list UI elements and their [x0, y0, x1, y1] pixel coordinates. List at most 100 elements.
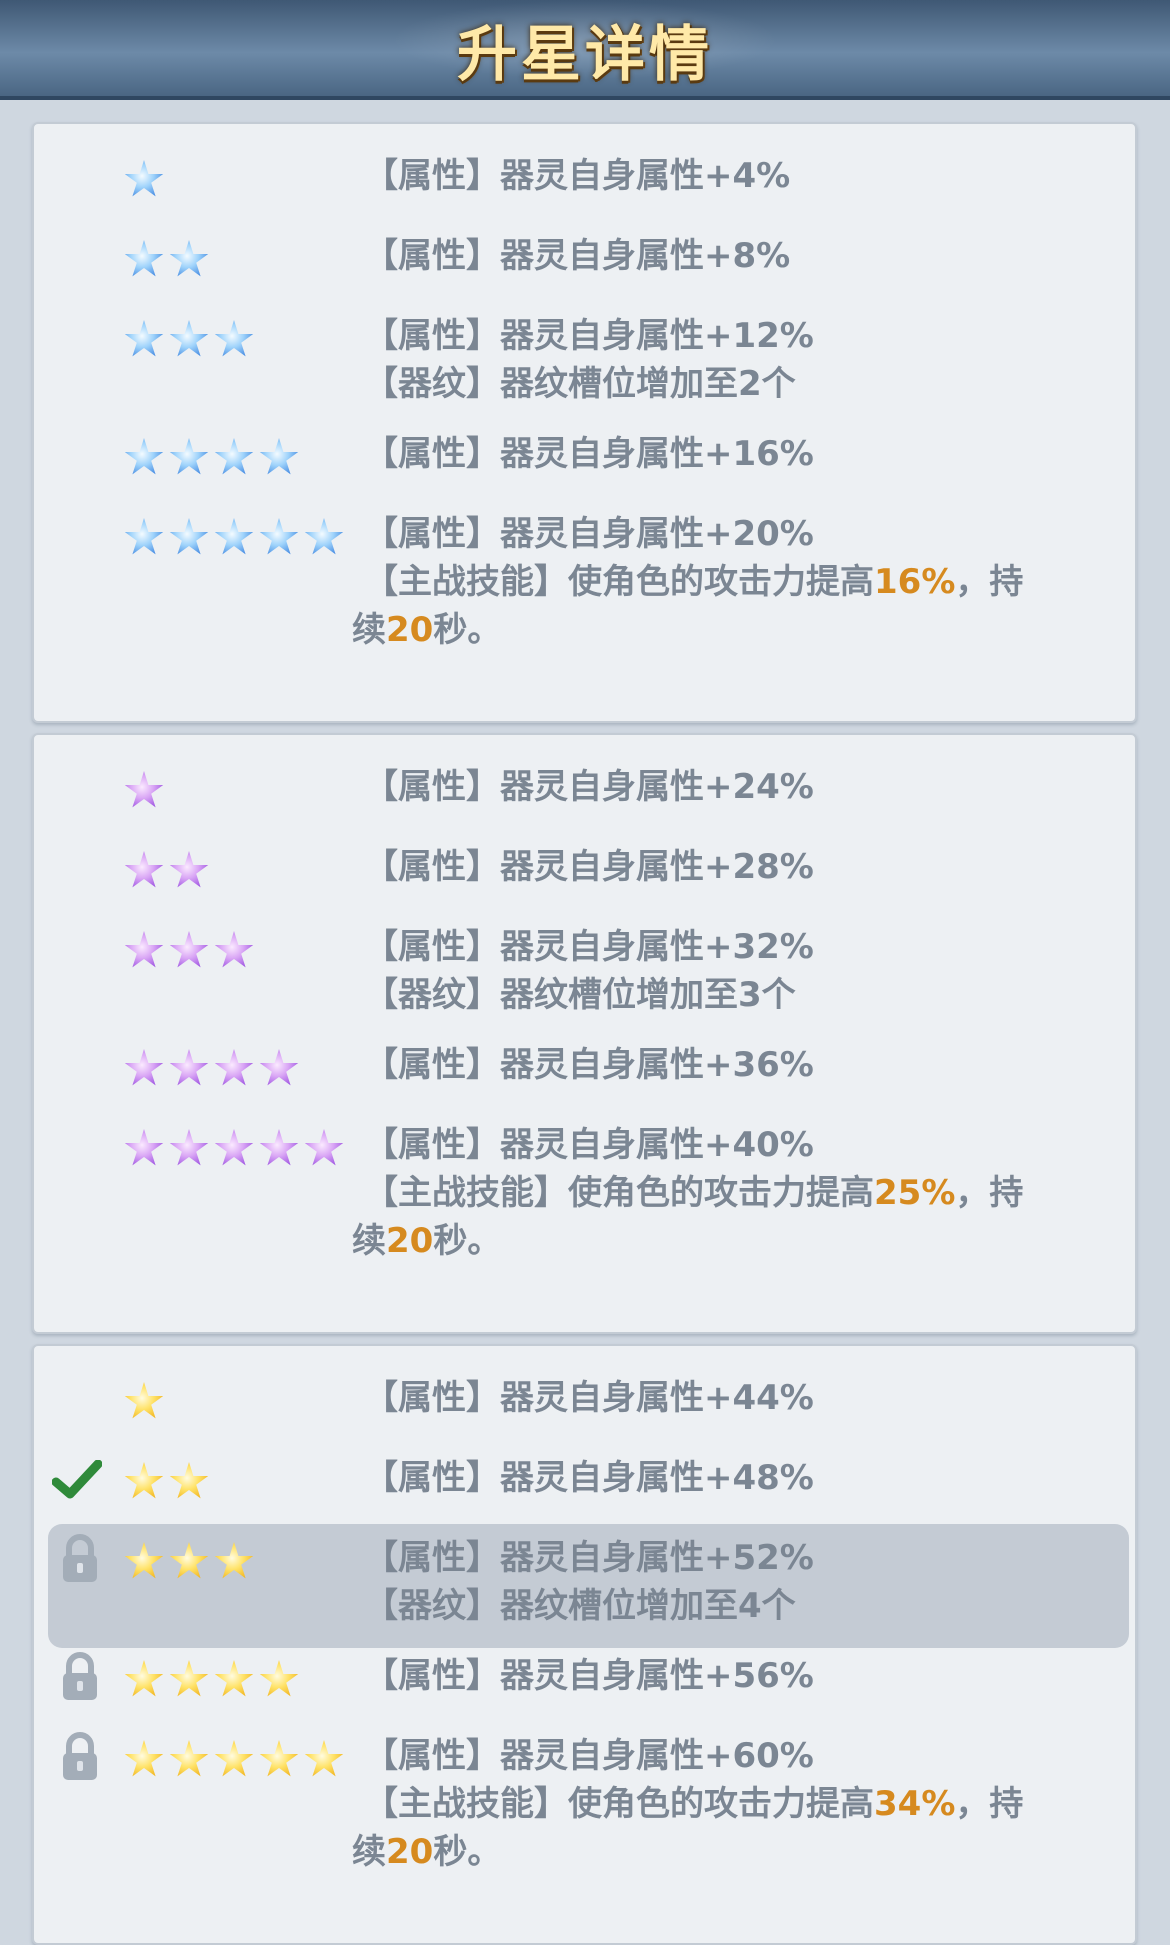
star-level-row[interactable]: 【属性】器灵自身属性+56%	[34, 1652, 1135, 1714]
star-icon	[169, 931, 209, 968]
star-rating	[124, 1049, 304, 1089]
skill-duration: 20	[386, 1221, 434, 1261]
effect-line: 【属性】器灵自身属性+52%	[364, 1538, 814, 1578]
effect-line: 【属性】器灵自身属性+44%	[364, 1378, 814, 1418]
skill-text: 续	[352, 610, 386, 650]
star-level-description: 【属性】器灵自身属性+12% 【器纹】器纹槽位增加至2个	[364, 312, 1104, 408]
tier-panel-purple: 【属性】器灵自身属性+24% 【属性】器灵自身属性+28% 【属性】器灵自身属性+3…	[32, 733, 1137, 1334]
star-icon	[259, 1660, 299, 1697]
star-icon	[169, 1660, 209, 1697]
star-icon	[169, 240, 209, 277]
title-bar: 升星详情	[0, 0, 1170, 100]
effect-line: 【属性】器灵自身属性+24%	[364, 767, 814, 807]
tier-panel-gold: 【属性】器灵自身属性+44% 【属性】器灵自身属性+48% 【属性】器灵自身属性+5…	[32, 1344, 1137, 1945]
skill-effect-line: 【主战技能】使角色的攻击力提高25%，持	[364, 1169, 1104, 1217]
star-level-row[interactable]: 【属性】器灵自身属性+36%	[34, 1043, 1135, 1103]
skill-text: 秒。	[433, 610, 502, 650]
star-icon	[124, 1740, 164, 1777]
star-level-row[interactable]: 【属性】器灵自身属性+44%	[34, 1376, 1135, 1436]
star-icon	[169, 438, 209, 475]
star-level-description: 【属性】器灵自身属性+24%	[364, 763, 1104, 811]
star-icon	[304, 518, 344, 555]
skill-text: 秒。	[433, 1832, 502, 1872]
star-icon	[214, 1049, 254, 1086]
lock-icon	[60, 1652, 100, 1702]
star-icon	[214, 518, 254, 555]
star-level-description: 【属性】器灵自身属性+48%	[364, 1454, 1104, 1502]
star-level-description: 【属性】器灵自身属性+40% 【主战技能】使角色的攻击力提高25%，持 续20秒。	[352, 1121, 1104, 1265]
skill-text: ，持	[955, 1173, 1024, 1213]
star-level-row[interactable]: 【属性】器灵自身属性+28%	[34, 845, 1135, 905]
skill-duration: 20	[386, 1832, 434, 1872]
star-rating	[124, 931, 259, 971]
skill-text: 续	[352, 1832, 386, 1872]
star-level-description: 【属性】器灵自身属性+60% 【主战技能】使角色的攻击力提高34%，持 续20秒。	[352, 1732, 1104, 1876]
star-level-row[interactable]: 【属性】器灵自身属性+4%	[34, 154, 1135, 214]
star-level-row[interactable]: 【属性】器灵自身属性+32% 【器纹】器纹槽位增加至3个	[34, 925, 1135, 1025]
star-icon	[124, 1382, 164, 1419]
star-level-row[interactable]: 【属性】器灵自身属性+24%	[34, 765, 1135, 825]
star-icon	[214, 438, 254, 475]
star-level-description: 【属性】器灵自身属性+44%	[364, 1374, 1104, 1422]
star-rating	[124, 1129, 349, 1169]
star-icon	[304, 1129, 344, 1166]
star-rating	[124, 160, 169, 200]
star-level-description: 【属性】器灵自身属性+8%	[364, 232, 1104, 280]
skill-effect-line: 续20秒。	[352, 1217, 1104, 1265]
star-icon	[259, 1740, 299, 1777]
star-icon	[214, 1740, 254, 1777]
effect-line: 【属性】器灵自身属性+56%	[364, 1656, 814, 1696]
star-icon	[124, 1129, 164, 1166]
skill-percent: 34%	[874, 1784, 956, 1824]
star-level-row[interactable]: 【属性】器灵自身属性+8%	[34, 234, 1135, 294]
skill-text: 【主战技能】使角色的攻击力提高	[364, 1173, 874, 1213]
skill-effect-line: 【主战技能】使角色的攻击力提高16%，持	[364, 558, 1104, 606]
star-icon	[124, 160, 164, 197]
skill-text: 【主战技能】使角色的攻击力提高	[364, 1784, 874, 1824]
star-icon	[169, 1049, 209, 1086]
star-icon	[259, 1129, 299, 1166]
star-icon	[124, 240, 164, 277]
star-icon	[124, 851, 164, 888]
star-rating	[124, 320, 259, 360]
star-icon	[124, 771, 164, 808]
star-icon	[124, 931, 164, 968]
star-level-row[interactable]: 【属性】器灵自身属性+12% 【器纹】器纹槽位增加至2个	[34, 314, 1135, 414]
star-level-row[interactable]: 【属性】器灵自身属性+16%	[34, 432, 1135, 492]
star-level-description: 【属性】器灵自身属性+28%	[364, 843, 1104, 891]
star-level-description: 【属性】器灵自身属性+20% 【主战技能】使角色的攻击力提高16%，持 续20秒。	[352, 510, 1104, 654]
star-icon	[124, 518, 164, 555]
star-rating	[124, 851, 214, 891]
lock-icon	[60, 1534, 100, 1584]
star-icon	[214, 320, 254, 357]
effect-line: 【属性】器灵自身属性+16%	[364, 434, 814, 474]
star-rating	[124, 1740, 349, 1780]
skill-text: 秒。	[433, 1221, 502, 1261]
star-icon	[169, 320, 209, 357]
effect-line: 【属性】器灵自身属性+60%	[364, 1736, 814, 1776]
star-level-row[interactable]: 【属性】器灵自身属性+52% 【器纹】器纹槽位增加至4个	[48, 1524, 1129, 1648]
page-title: 升星详情	[457, 20, 713, 90]
star-icon	[124, 1542, 164, 1579]
effect-line: 【属性】器灵自身属性+4%	[364, 156, 791, 196]
star-icon	[304, 1740, 344, 1777]
star-level-row[interactable]: 【属性】器灵自身属性+48%	[34, 1456, 1135, 1516]
star-rating	[124, 1382, 169, 1422]
checkmark-icon	[51, 1459, 103, 1500]
star-level-description: 【属性】器灵自身属性+32% 【器纹】器纹槽位增加至3个	[364, 923, 1104, 1019]
skill-text: 续	[352, 1221, 386, 1261]
effect-line: 【属性】器灵自身属性+32%	[364, 927, 814, 967]
star-icon	[169, 851, 209, 888]
star-icon	[169, 1462, 209, 1499]
skill-effect-line: 【主战技能】使角色的攻击力提高34%，持	[364, 1780, 1104, 1828]
star-rating	[124, 1542, 259, 1582]
star-level-description: 【属性】器灵自身属性+4%	[364, 152, 1104, 200]
star-icon	[124, 438, 164, 475]
skill-effect-line: 续20秒。	[352, 1828, 1104, 1876]
star-level-row[interactable]: 【属性】器灵自身属性+60% 【主战技能】使角色的攻击力提高34%，持 续20秒。	[34, 1732, 1135, 1884]
star-level-description: 【属性】器灵自身属性+36%	[364, 1041, 1104, 1089]
effect-line: 【器纹】器纹槽位增加至2个	[364, 364, 796, 404]
effect-line: 【属性】器灵自身属性+8%	[364, 236, 791, 276]
star-level-row[interactable]: 【属性】器灵自身属性+40% 【主战技能】使角色的攻击力提高25%，持 续20秒。	[34, 1123, 1135, 1273]
star-level-row[interactable]: 【属性】器灵自身属性+20% 【主战技能】使角色的攻击力提高16%，持 续20秒。	[34, 512, 1135, 662]
